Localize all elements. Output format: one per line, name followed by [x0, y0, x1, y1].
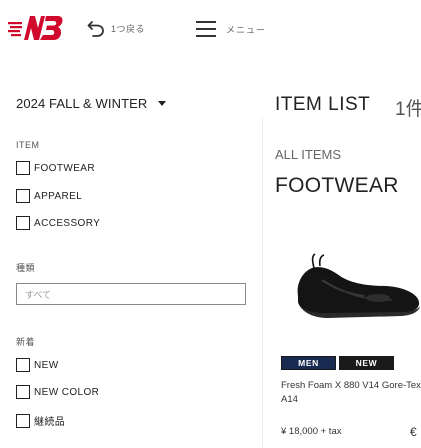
- checkbox[interactable]: [16, 413, 30, 428]
- item-count: 1件: [395, 99, 421, 120]
- page-title: ITEM LIST: [275, 94, 371, 115]
- filter-label: APPAREL: [34, 190, 83, 202]
- divider: [262, 118, 263, 448]
- type-select[interactable]: すべて: [16, 283, 246, 305]
- back-label: 1つ戻る: [111, 23, 146, 34]
- badge-new: NEW: [339, 356, 394, 370]
- filter-new[interactable]: NEW: [16, 358, 59, 372]
- type-section-title: 種類: [16, 263, 36, 273]
- filter-apparel[interactable]: APPAREL: [16, 189, 82, 203]
- checkbox[interactable]: [16, 216, 30, 230]
- badge-men: MEN: [281, 356, 336, 370]
- filter-sidebar: 2024 FALL & WINTER ITEM FOOTWEAR APPAREL…: [0, 58, 262, 448]
- hamburger-icon: [196, 21, 216, 37]
- filter-label: NEW COLOR: [34, 386, 100, 398]
- caret-down-icon: [158, 101, 167, 106]
- season-dropdown[interactable]: 2024 FALL & WINTER: [16, 96, 167, 111]
- filter-label: FOOTWEAR: [34, 162, 95, 174]
- checkbox[interactable]: [16, 189, 30, 203]
- nb-logo[interactable]: [8, 13, 64, 43]
- item-list-main: ITEM LIST 1件 ALL ITEMS FOOTWEAR MEN NEW …: [262, 58, 421, 448]
- site-header: 1つ戻る メニュー: [0, 0, 421, 58]
- badges: MEN NEW: [281, 356, 394, 370]
- filter-label: 継続品: [34, 417, 66, 428]
- category-title: FOOTWEAR: [275, 174, 399, 197]
- partial-icon[interactable]: €: [410, 425, 417, 439]
- filter-new-color[interactable]: NEW COLOR: [16, 385, 99, 399]
- breadcrumb[interactable]: ALL ITEMS: [275, 147, 341, 162]
- product-image[interactable]: [282, 250, 421, 328]
- checkbox[interactable]: [16, 161, 30, 175]
- filter-label: NEW: [34, 359, 59, 371]
- undo-arrow-icon: [87, 21, 104, 37]
- item-section-title: ITEM: [16, 140, 40, 150]
- season-label: 2024 FALL & WINTER: [16, 96, 148, 111]
- menu-button[interactable]: メニュー: [196, 17, 266, 41]
- product-price: ¥ 18,000 + tax: [281, 426, 342, 437]
- product-name[interactable]: Fresh Foam X 880 V14 Gore-Tex A14: [281, 379, 421, 407]
- checkbox[interactable]: [16, 358, 30, 372]
- type-select-value: すべて: [25, 289, 52, 300]
- menu-label: メニュー: [226, 24, 267, 35]
- new-section-title: 新着: [16, 337, 36, 347]
- product-card[interactable]: MEN NEW Fresh Foam X 880 V14 Gore-Tex A1…: [274, 250, 421, 448]
- filter-accessory[interactable]: ACCESSORY: [16, 216, 100, 230]
- filter-continuing[interactable]: 継続品: [16, 413, 65, 428]
- filter-label: ACCESSORY: [34, 217, 101, 229]
- checkbox[interactable]: [16, 385, 30, 399]
- back-button[interactable]: 1つ戻る: [86, 16, 145, 40]
- filter-footwear[interactable]: FOOTWEAR: [16, 161, 95, 175]
